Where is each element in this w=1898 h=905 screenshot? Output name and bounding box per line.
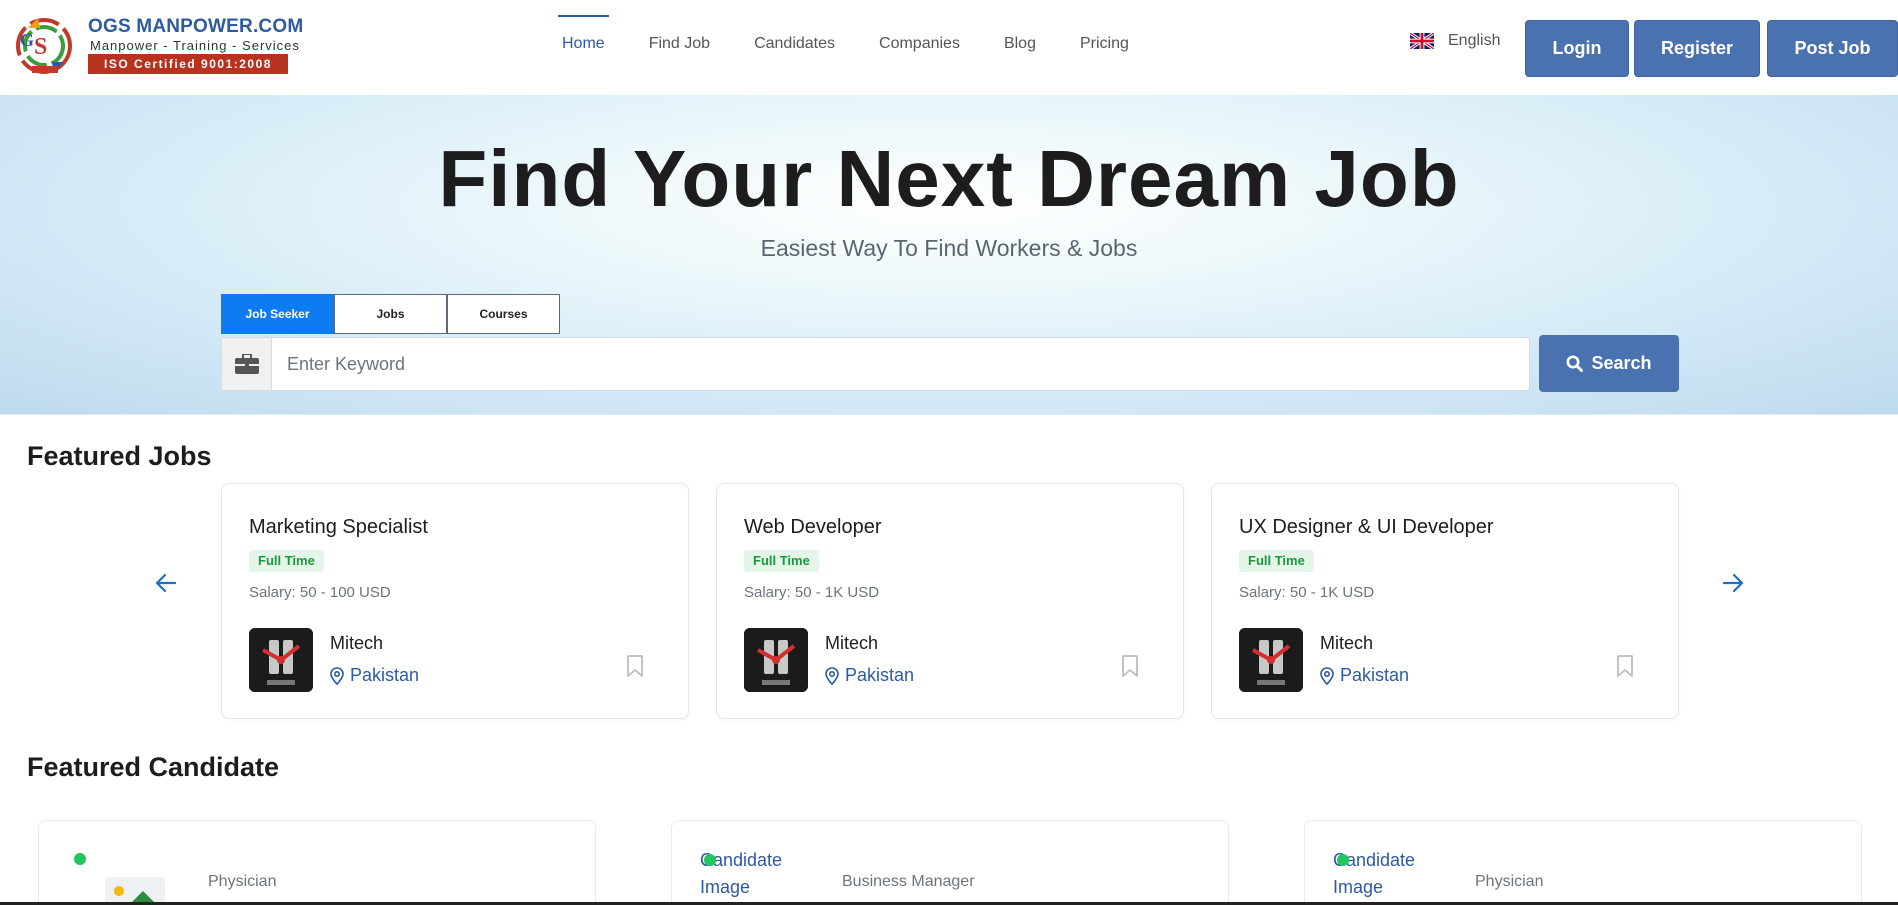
search-bar — [221, 337, 1530, 391]
job-type-badge: Full Time — [1239, 550, 1314, 572]
image-placeholder-icon — [105, 877, 165, 905]
main-nav: Home Find Job Candidates Companies Blog … — [540, 0, 1151, 95]
job-card[interactable]: Web Developer Full Time Salary: 50 - 1K … — [716, 483, 1184, 719]
briefcase-icon — [234, 354, 259, 374]
register-button[interactable]: Register — [1634, 20, 1760, 77]
post-job-button[interactable]: Post Job — [1767, 20, 1898, 77]
job-card[interactable]: UX Designer & UI Developer Full Time Sal… — [1211, 483, 1679, 719]
company-name[interactable]: Mitech — [1320, 633, 1373, 654]
login-button[interactable]: Login — [1525, 20, 1629, 77]
location-label: Pakistan — [350, 665, 420, 685]
carousel-next-button[interactable] — [1718, 568, 1748, 598]
nav-find-job[interactable]: Find Job — [627, 0, 732, 95]
featured-jobs-title: Featured Jobs — [27, 441, 212, 471]
job-card[interactable]: Marketing Specialist Full Time Salary: 5… — [221, 483, 689, 719]
job-type-badge: Full Time — [249, 550, 324, 572]
company-logo-image — [249, 628, 313, 692]
tab-courses[interactable]: Courses — [447, 294, 560, 334]
bookmark-icon[interactable] — [1121, 654, 1139, 678]
job-title[interactable]: UX Designer & UI Developer — [1239, 516, 1494, 539]
company-logo[interactable] — [744, 628, 808, 692]
nav-pricing[interactable]: Pricing — [1058, 0, 1151, 95]
arrow-left-icon — [155, 573, 177, 593]
site-header: S G OGS MANPOWER.COM Manpower - Training… — [0, 0, 1898, 95]
logo-title: OGS MANPOWER.COM — [88, 16, 304, 37]
hero-title: Find Your Next Dream Job — [438, 134, 1460, 223]
carousel-prev-button[interactable] — [151, 568, 181, 598]
candidate-card[interactable]: Candidate Image Physician — [1304, 820, 1862, 905]
logo-emblem-icon: S G — [16, 18, 72, 74]
location-label: Pakistan — [1340, 665, 1410, 685]
tab-job-seeker[interactable]: Job Seeker — [221, 294, 334, 334]
job-title[interactable]: Marketing Specialist — [249, 516, 428, 539]
nav-candidates[interactable]: Candidates — [732, 0, 857, 95]
site-logo[interactable]: S G OGS MANPOWER.COM Manpower - Training… — [10, 12, 303, 76]
uk-flag-icon — [1410, 33, 1434, 49]
language-selector[interactable]: English — [1410, 32, 1500, 50]
company-logo[interactable] — [249, 628, 313, 692]
company-logo[interactable] — [1239, 628, 1303, 692]
company-name[interactable]: Mitech — [825, 633, 878, 654]
job-type-badge: Full Time — [744, 550, 819, 572]
nav-companies[interactable]: Companies — [857, 0, 982, 95]
briefcase-icon-box — [222, 338, 272, 390]
svg-text:S: S — [34, 34, 47, 60]
arrow-right-icon — [1722, 573, 1744, 593]
language-label: English — [1448, 32, 1501, 49]
search-icon — [1566, 355, 1584, 372]
job-title[interactable]: Web Developer — [744, 516, 881, 539]
candidate-role: Physician — [1475, 873, 1544, 890]
candidate-role: Physician — [208, 873, 277, 890]
candidate-image[interactable]: Candidate Image — [1333, 847, 1443, 901]
company-logo-image — [744, 628, 808, 692]
logo-tagline: Manpower - Training - Services — [90, 38, 300, 53]
nav-home[interactable]: Home — [540, 0, 627, 95]
map-pin-icon — [330, 666, 344, 685]
company-logo-image — [1239, 628, 1303, 692]
candidate-role: Business Manager — [842, 873, 975, 890]
job-location: Pakistan — [330, 665, 419, 686]
online-status-dot — [1337, 854, 1349, 866]
candidate-image[interactable]: Candidate Image — [700, 847, 810, 901]
company-name[interactable]: Mitech — [330, 633, 383, 654]
featured-candidate-title: Featured Candidate — [27, 752, 280, 782]
bookmark-icon[interactable] — [626, 654, 644, 678]
job-location: Pakistan — [825, 665, 914, 686]
keyword-search-input[interactable] — [273, 338, 1528, 390]
nav-blog[interactable]: Blog — [982, 0, 1058, 95]
candidate-card[interactable]: Candidate Image Business Manager — [671, 820, 1229, 905]
job-location: Pakistan — [1320, 665, 1409, 686]
search-button-label: Search — [1591, 353, 1652, 373]
iso-badge: ISO Certified 9001:2008 — [88, 54, 288, 74]
candidate-card[interactable]: Physician — [38, 820, 596, 905]
hero-section: Find Your Next Dream Job Easiest Way To … — [0, 95, 1898, 415]
bookmark-icon[interactable] — [1616, 654, 1634, 678]
tab-jobs[interactable]: Jobs — [334, 294, 447, 334]
job-salary: Salary: 50 - 100 USD — [249, 584, 391, 601]
job-salary: Salary: 50 - 1K USD — [1239, 584, 1375, 601]
online-status-dot — [74, 853, 86, 865]
job-salary: Salary: 50 - 1K USD — [744, 584, 880, 601]
search-tabs: Job Seeker Jobs Courses — [221, 294, 560, 334]
map-pin-icon — [825, 666, 839, 685]
search-button[interactable]: Search — [1539, 335, 1679, 392]
location-label: Pakistan — [845, 665, 915, 685]
hero-subtitle: Easiest Way To Find Workers & Jobs — [760, 235, 1138, 261]
svg-text:G: G — [20, 30, 34, 50]
online-status-dot — [704, 854, 716, 866]
map-pin-icon — [1320, 666, 1334, 685]
